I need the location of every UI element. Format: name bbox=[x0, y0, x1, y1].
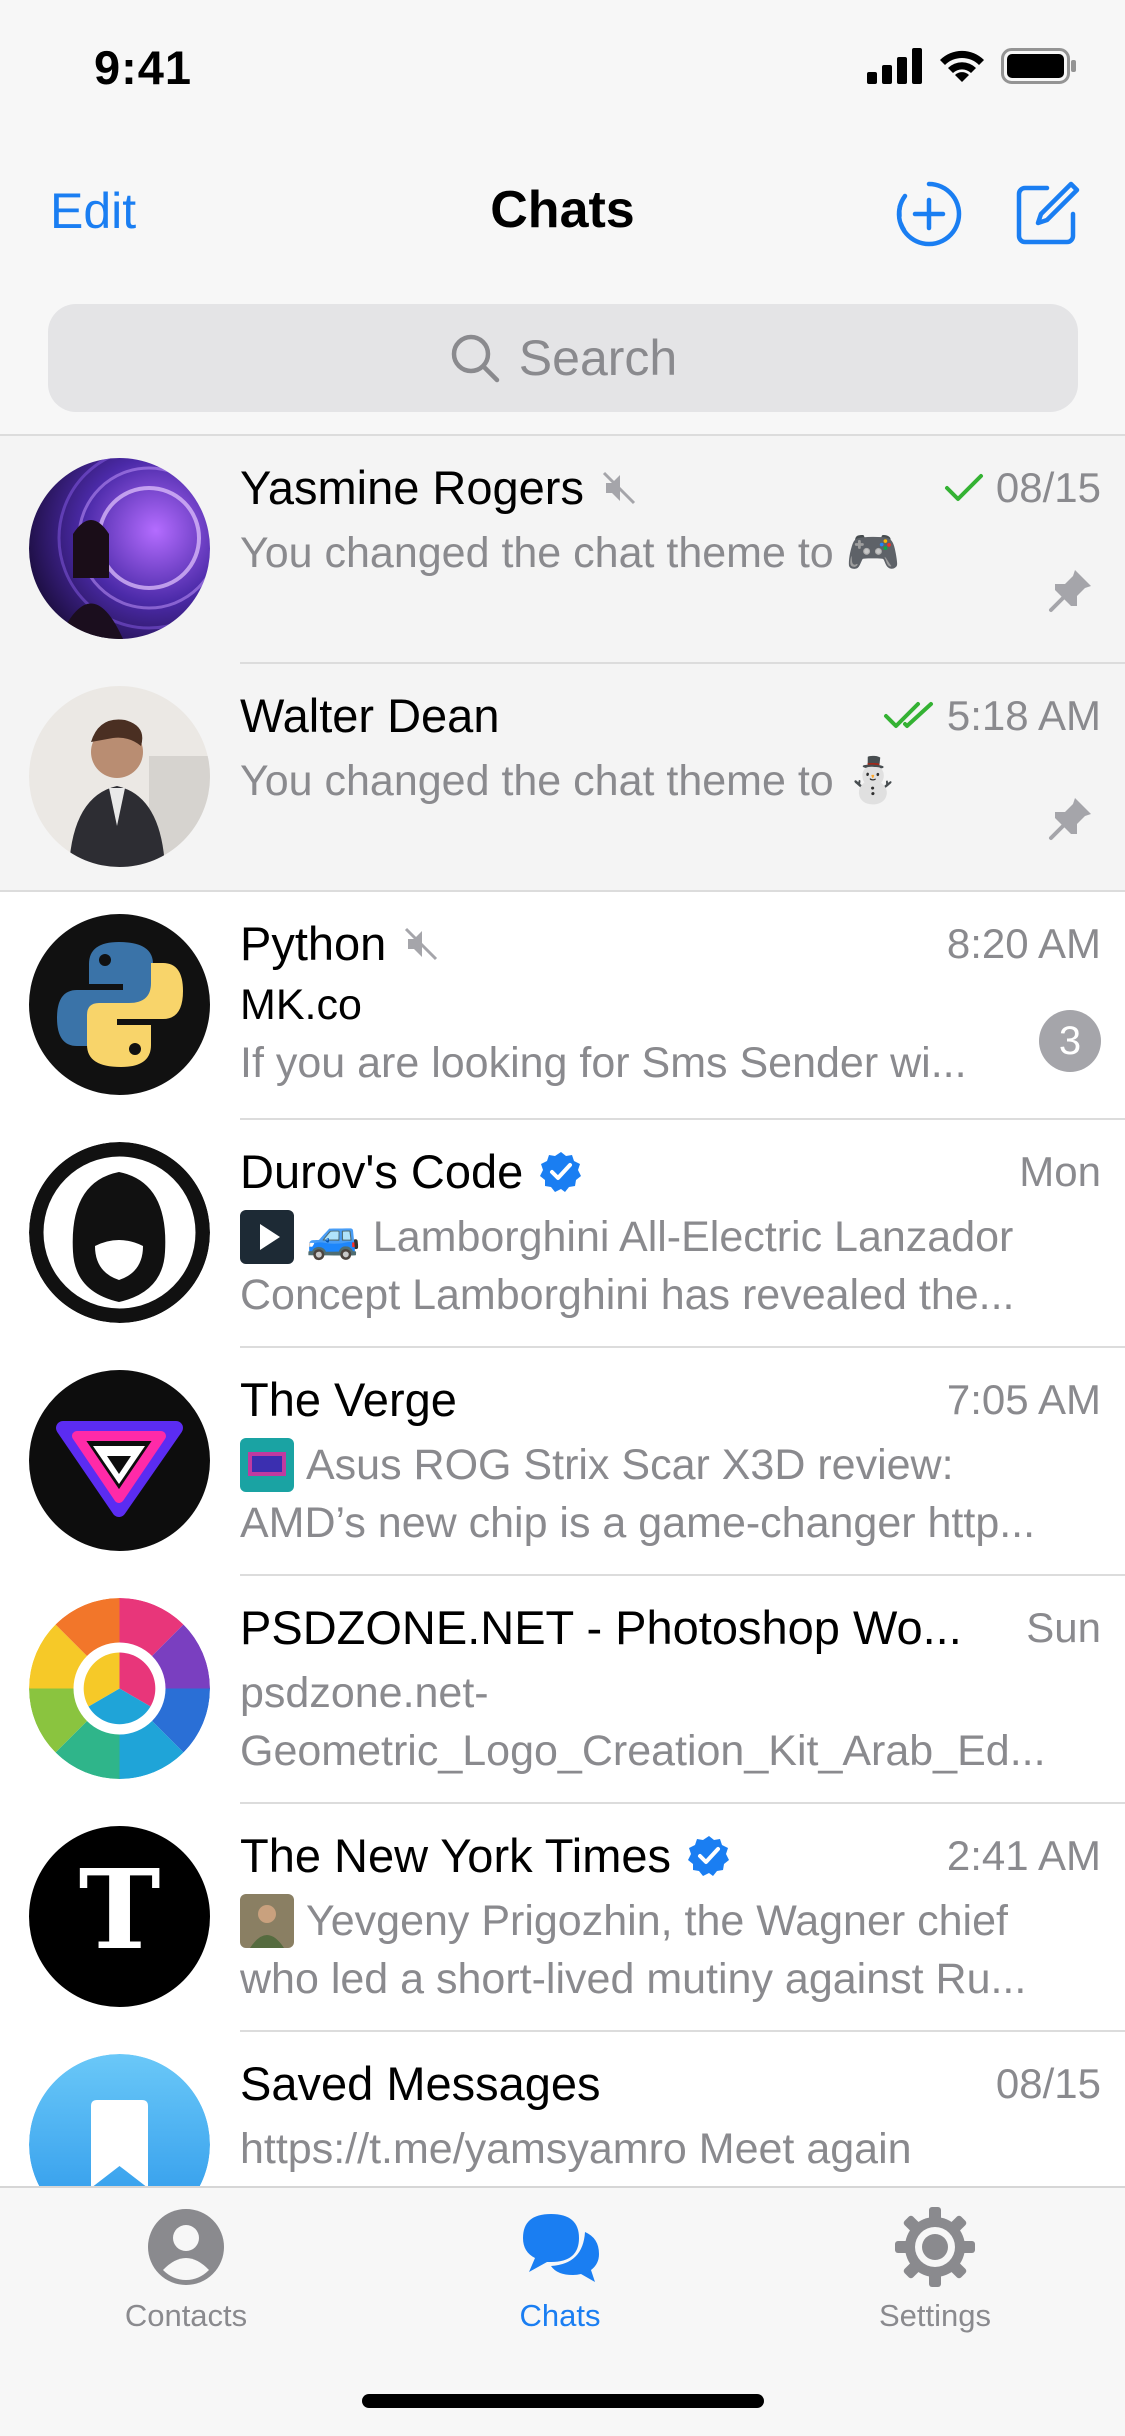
chat-name: Yasmine Rogers bbox=[240, 460, 638, 515]
chat-row-new-york-times[interactable]: T The New York Times 2:41 AM Yevgeny Pri… bbox=[0, 1804, 1125, 2032]
tab-settings[interactable]: Settings bbox=[815, 2202, 1055, 2334]
tab-chats[interactable]: Chats bbox=[440, 2202, 680, 2334]
car-emoji: 🚙 bbox=[306, 1211, 361, 1262]
verified-badge-icon bbox=[540, 1151, 582, 1192]
chat-name: Durov's Code bbox=[240, 1144, 583, 1199]
chat-preview: You changed the chat theme to ⛄ bbox=[240, 752, 1070, 810]
avatar bbox=[29, 1598, 210, 1779]
verified-badge-icon bbox=[688, 1835, 730, 1876]
cellular-signal-icon bbox=[867, 48, 922, 84]
chat-name: The New York Times bbox=[240, 1828, 731, 1883]
pin-icon bbox=[1049, 570, 1091, 612]
tab-label: Chats bbox=[519, 2298, 601, 2333]
game-controller-emoji: 🎮 bbox=[845, 527, 901, 578]
muted-icon bbox=[405, 927, 438, 960]
chat-time: 08/15 bbox=[944, 464, 1101, 512]
chat-preview: https://t.me/yamsyamro Meet again bbox=[240, 2125, 912, 2173]
tab-contacts[interactable]: Contacts bbox=[66, 2202, 306, 2334]
chat-row-psdzone[interactable]: PSDZONE.NET - Photoshop Wo... Sun psdzon… bbox=[0, 1576, 1125, 1804]
chat-time: 2:41 AM bbox=[946, 1832, 1101, 1879]
chat-name: Python bbox=[240, 916, 440, 971]
pin-icon bbox=[1049, 798, 1091, 840]
sender-name: MK.co bbox=[240, 981, 362, 1029]
search-input[interactable]: Search bbox=[48, 304, 1078, 412]
chat-preview: psdzone.net- Geometric_Logo_Creation_Kit… bbox=[240, 1669, 1046, 1775]
battery-icon bbox=[1001, 48, 1076, 84]
chat-time: Mon bbox=[1019, 1148, 1101, 1195]
avatar bbox=[29, 1370, 210, 1551]
video-thumbnail-icon bbox=[240, 1210, 294, 1264]
person-icon bbox=[148, 2209, 224, 2285]
avatar bbox=[29, 1142, 210, 1323]
muted-icon bbox=[602, 471, 636, 504]
chat-time: 7:05 AM bbox=[946, 1376, 1101, 1423]
avatar bbox=[29, 914, 210, 1095]
chat-name: Walter Dean bbox=[240, 689, 500, 742]
wifi-icon bbox=[940, 50, 984, 82]
chat-time: 08/15 bbox=[995, 2060, 1101, 2107]
chat-preview: MK.co If you are looking for Sms Sender … bbox=[240, 976, 1070, 1092]
chat-preview: Asus ROG Strix Scar X3D review: AMD’s ne… bbox=[240, 1436, 1070, 1552]
chat-preview: Yevgeny Prigozhin, the Wagner chief who … bbox=[240, 1892, 1070, 2008]
status-bar: 9:41 bbox=[0, 0, 1125, 140]
chat-name: PSDZONE.NET - Photoshop Wo... bbox=[240, 1601, 962, 1654]
new-story-icon[interactable] bbox=[895, 180, 963, 248]
chat-name: The Verge bbox=[240, 1373, 457, 1426]
unread-badge: 3 bbox=[1039, 1010, 1101, 1072]
search-placeholder: Search bbox=[518, 330, 678, 386]
search-icon bbox=[451, 334, 500, 383]
chat-time: Sun bbox=[1026, 1604, 1101, 1651]
tab-bar: Contacts Chats Settings bbox=[0, 2186, 1125, 2436]
double-checkmark-icon bbox=[883, 702, 933, 728]
chat-row-walter-dean[interactable]: Walter Dean 5:18 AM You changed the chat… bbox=[0, 664, 1125, 892]
status-icons bbox=[867, 48, 1077, 84]
chat-time: 5:18 AM bbox=[883, 692, 1101, 740]
chat-row-python[interactable]: Python 8:20 AM MK.co If you are looking … bbox=[0, 892, 1125, 1120]
avatar: T bbox=[29, 1826, 210, 2007]
tab-label: Settings bbox=[878, 2298, 991, 2333]
photo-thumbnail-icon bbox=[240, 1894, 294, 1948]
status-time: 9:41 bbox=[94, 41, 193, 94]
chat-list: Yasmine Rogers 08/15 You changed the cha… bbox=[0, 436, 1125, 2260]
home-indicator bbox=[362, 2394, 764, 2408]
compose-icon[interactable] bbox=[1013, 180, 1081, 248]
navigation-bar: Edit Chats bbox=[0, 140, 1125, 290]
chat-time: 8:20 AM bbox=[946, 920, 1101, 967]
chat-preview: You changed the chat theme to 🎮 bbox=[240, 524, 1070, 582]
chat-bubbles-icon bbox=[523, 2214, 599, 2282]
svg-text:T: T bbox=[79, 1845, 161, 1974]
snowman-emoji: ⛄ bbox=[845, 755, 901, 806]
avatar bbox=[29, 686, 210, 867]
avatar bbox=[29, 458, 210, 639]
chat-row-the-verge[interactable]: The Verge 7:05 AM Asus ROG Strix Scar X3… bbox=[0, 1348, 1125, 1576]
chat-row-durovs-code[interactable]: Durov's Code Mon 🚙 Lamborghini All-Elect… bbox=[0, 1120, 1125, 1348]
chat-preview: 🚙 Lamborghini All-Electric Lanzador Conc… bbox=[240, 1208, 1070, 1324]
checkmark-icon bbox=[944, 474, 983, 501]
chat-name: Saved Messages bbox=[240, 2057, 601, 2110]
chat-row-yasmine-rogers[interactable]: Yasmine Rogers 08/15 You changed the cha… bbox=[0, 436, 1125, 664]
tab-label: Contacts bbox=[124, 2298, 248, 2333]
gear-icon bbox=[895, 2207, 975, 2287]
search-container: Search bbox=[0, 290, 1125, 436]
article-thumbnail-icon bbox=[240, 1438, 294, 1492]
